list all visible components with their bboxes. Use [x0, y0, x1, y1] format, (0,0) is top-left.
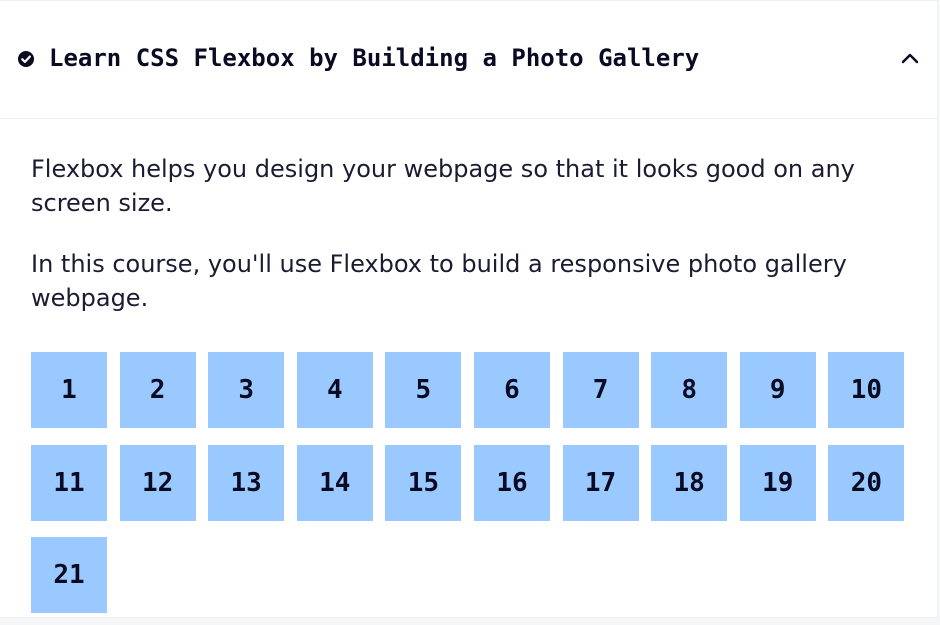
- step-tile-16[interactable]: 16: [473, 444, 550, 521]
- step-tile-2[interactable]: 2: [119, 352, 196, 428]
- check-circle-icon: [18, 51, 34, 67]
- course-card: Learn CSS Flexbox by Building a Photo Ga…: [0, 0, 938, 618]
- step-tile-21[interactable]: 21: [31, 537, 107, 613]
- step-tile-8[interactable]: 8: [651, 352, 728, 428]
- course-header[interactable]: Learn CSS Flexbox by Building a Photo Ga…: [0, 1, 937, 119]
- step-tile-6[interactable]: 6: [473, 352, 550, 428]
- step-tile-11[interactable]: 11: [31, 444, 107, 521]
- step-tile-14[interactable]: 14: [296, 444, 373, 521]
- course-description-2: In this course, you'll use Flexbox to bu…: [31, 250, 847, 312]
- step-tile-17[interactable]: 17: [562, 444, 639, 521]
- step-grid: 1 2 3 4 5 6 7 8 9 10 11 12 13 14 15 16 17 18 19 20 21: [31, 352, 911, 613]
- course-description-1: Flexbox helps you design your webpage so…: [31, 155, 855, 217]
- step-tile-4[interactable]: 4: [296, 352, 373, 428]
- course-title[interactable]: Learn CSS Flexbox by Building a Photo Ga…: [49, 41, 699, 75]
- step-tile-18[interactable]: 18: [651, 444, 728, 521]
- step-tile-7[interactable]: 7: [562, 352, 639, 428]
- chevron-up-icon: [901, 53, 919, 64]
- step-tile-3[interactable]: 3: [208, 352, 285, 428]
- step-tile-1[interactable]: 1: [31, 352, 107, 428]
- step-tile-9[interactable]: 9: [739, 352, 816, 428]
- collapse-button[interactable]: [899, 47, 921, 69]
- step-tile-15[interactable]: 15: [385, 444, 462, 521]
- step-tile-10[interactable]: 10: [828, 352, 905, 428]
- step-tile-5[interactable]: 5: [385, 352, 462, 428]
- step-tile-13[interactable]: 13: [208, 444, 285, 521]
- step-tile-12[interactable]: 12: [119, 444, 196, 521]
- step-tile-19[interactable]: 19: [739, 444, 816, 521]
- step-tile-20[interactable]: 20: [828, 444, 905, 521]
